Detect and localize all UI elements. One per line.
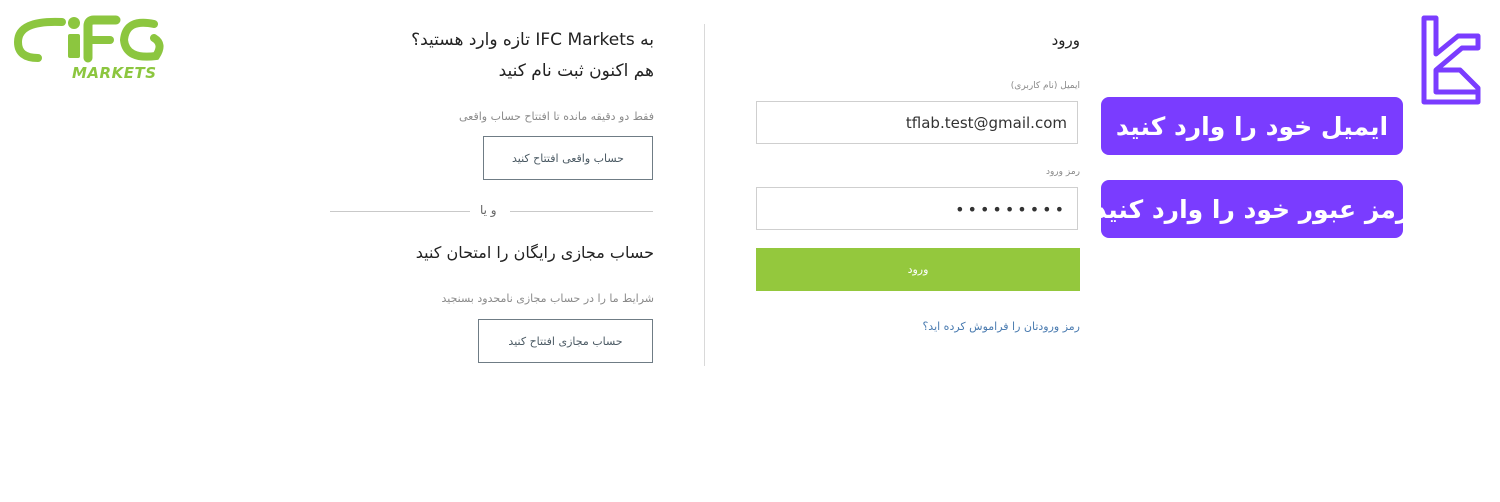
login-button[interactable]: ورود <box>756 248 1080 291</box>
ifc-logo-mark <box>13 15 164 63</box>
password-label: رمز ورود <box>1045 167 1080 177</box>
open-demo-account-button[interactable]: حساب مجازی افتتاح کنید <box>478 319 653 363</box>
or-divider-text: و یا <box>480 203 497 217</box>
email-label: ایمیل (نام کاربری) <box>1010 81 1080 91</box>
password-callout: رمز عبور خود را وارد کنید <box>1094 180 1410 238</box>
promo-title: به IFC Markets تازه وارد هستید؟ <box>411 30 654 50</box>
or-divider-line-right <box>510 211 653 212</box>
logo-markets-text: MARKETS <box>72 64 157 82</box>
forgot-password-link[interactable]: رمز ورودتان را فراموش کرده اید؟ <box>922 320 1080 333</box>
email-callout: ایمیل خود را وارد کنید <box>1101 97 1403 155</box>
login-title: ورود <box>1051 31 1080 49</box>
password-field[interactable]: ••••••••• <box>756 187 1078 230</box>
or-divider-line-left <box>330 211 470 212</box>
email-field[interactable]: tflab.test@gmail.com <box>756 101 1078 144</box>
brand-logo-icon <box>1420 14 1482 106</box>
open-real-account-button[interactable]: حساب واقعی افتتاح کنید <box>483 136 653 180</box>
column-divider <box>704 24 705 366</box>
promo-subtitle: هم اکنون ثبت نام کنید <box>498 61 654 81</box>
demo-title: حساب مجازی رایگان را امتحان کنید <box>415 243 654 262</box>
ifc-markets-logo: MARKETS <box>13 14 164 82</box>
demo-account-hint: شرایط ما را در حساب مجازی نامحدود بسنجید <box>441 292 654 305</box>
real-account-hint: فقط دو دقیقه مانده تا افتتاح حساب واقعی <box>459 110 654 123</box>
